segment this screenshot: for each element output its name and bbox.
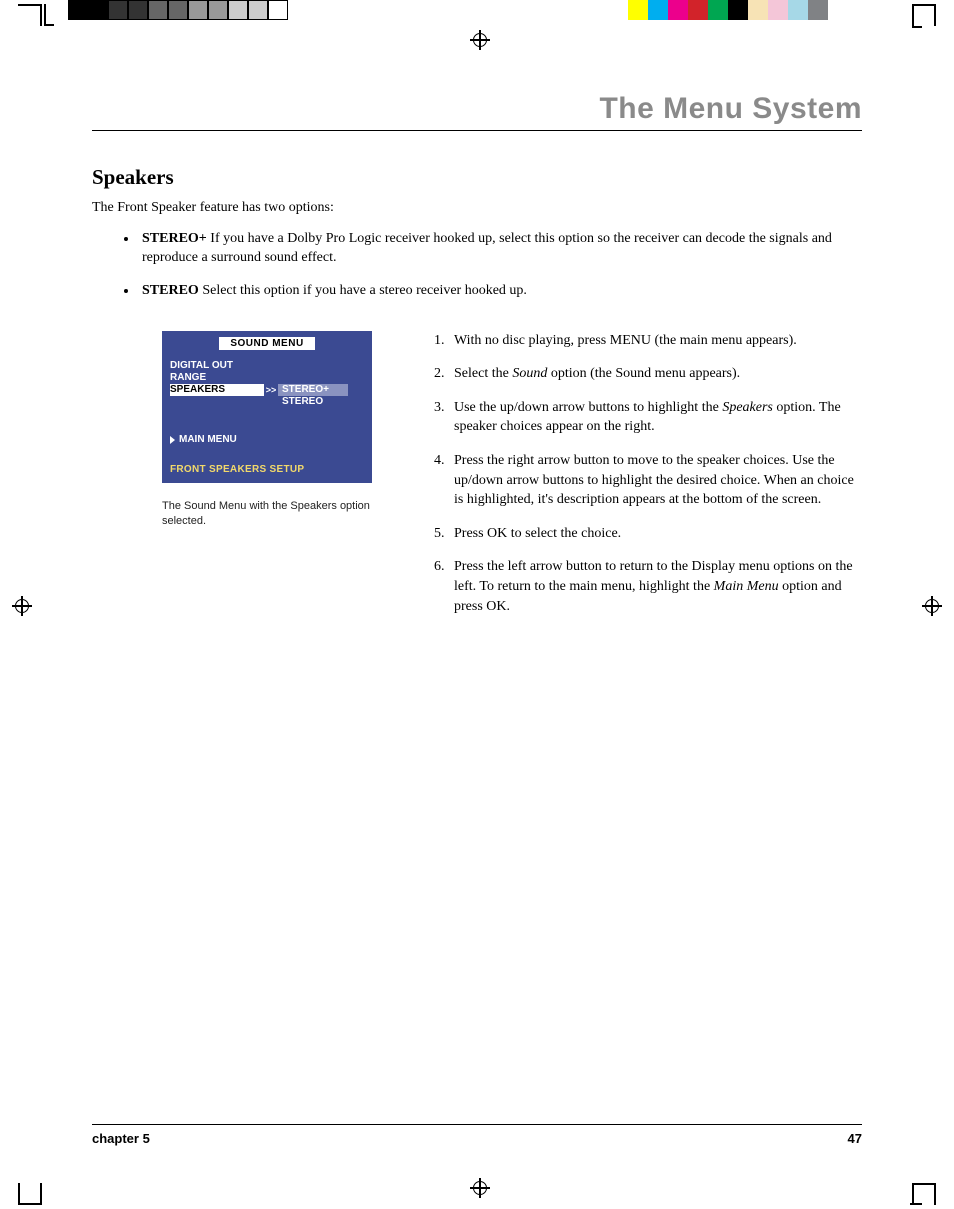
bullet-text: Select this option if you have a stereo … — [199, 283, 527, 298]
menu-option-highlight: STEREO+ — [278, 384, 348, 396]
swatch — [88, 0, 108, 20]
swatch — [168, 0, 188, 20]
page-title: The Menu System — [92, 92, 862, 130]
color-bar — [628, 0, 828, 20]
crop-mark-icon — [896, 1181, 936, 1205]
swatch — [688, 0, 708, 20]
crop-mark-icon — [44, 4, 46, 26]
swatch — [628, 0, 648, 20]
page-number: 47 — [848, 1131, 862, 1146]
bullet-lead: STEREO — [142, 283, 199, 298]
swatch — [108, 0, 128, 20]
swatch — [768, 0, 788, 20]
registration-target-icon — [922, 596, 942, 616]
crop-mark-icon — [44, 24, 54, 26]
menu-item: RANGE — [170, 372, 264, 384]
menu-item: DIGITAL OUT — [170, 360, 264, 372]
registration-target-icon — [12, 596, 32, 616]
swatch — [208, 0, 228, 20]
step: Press the left arrow button to return to… — [448, 557, 862, 616]
menu-footer: FRONT SPEAKERS SETUP — [170, 464, 364, 475]
crop-mark-icon — [896, 4, 936, 28]
swatch — [808, 0, 828, 20]
swatch — [728, 0, 748, 20]
menu-item-selected: SPEAKERS — [170, 384, 264, 396]
main-menu-link: MAIN MENU — [170, 434, 364, 446]
triangle-right-icon — [170, 436, 175, 444]
figure-caption: The Sound Menu with the Speakers option … — [162, 499, 372, 529]
bullet-lead: STEREO+ — [142, 231, 207, 246]
swatch — [648, 0, 668, 20]
swatch — [708, 0, 728, 20]
swatch — [68, 0, 88, 20]
main-menu-label: MAIN MENU — [179, 434, 237, 446]
page-footer: chapter 5 47 — [92, 1124, 862, 1146]
swatch — [788, 0, 808, 20]
section-heading: Speakers — [92, 165, 862, 190]
swatch — [148, 0, 168, 20]
footer-rule — [92, 1124, 862, 1125]
registration-target-icon — [470, 30, 490, 50]
printer-marks-top — [0, 0, 954, 28]
registration-target-icon — [470, 1178, 490, 1198]
swatch — [668, 0, 688, 20]
swatch — [248, 0, 268, 20]
menu-arrow-icon: >> — [264, 384, 278, 396]
swatch — [268, 0, 288, 20]
sound-menu-figure: SOUND MENU DIGITAL OUT RANGE SPEAKERS >>… — [162, 331, 372, 483]
step: Use the up/down arrow buttons to highlig… — [448, 398, 862, 437]
bullet-stereo-plus: STEREO+ If you have a Dolby Pro Logic re… — [138, 230, 862, 268]
bullet-text: If you have a Dolby Pro Logic receiver h… — [142, 231, 832, 265]
menu-option: STEREO — [278, 396, 348, 408]
swatch — [748, 0, 768, 20]
swatch — [128, 0, 148, 20]
step: With no disc playing, press MENU (the ma… — [448, 331, 862, 351]
grayscale-bar — [68, 0, 288, 20]
header-rule — [92, 130, 862, 131]
step: Press the right arrow button to move to … — [448, 451, 862, 510]
swatch — [188, 0, 208, 20]
menu-title: SOUND MENU — [219, 337, 315, 350]
swatch — [228, 0, 248, 20]
option-bullets: STEREO+ If you have a Dolby Pro Logic re… — [138, 230, 862, 301]
procedure-steps: With no disc playing, press MENU (the ma… — [448, 331, 862, 617]
step: Press OK to select the choice. — [448, 524, 862, 544]
crop-mark-icon — [18, 4, 52, 26]
crop-mark-icon — [18, 1181, 58, 1205]
step: Select the Sound option (the Sound menu … — [448, 364, 862, 384]
chapter-label: chapter 5 — [92, 1131, 150, 1146]
page-content: The Menu System Speakers The Front Speak… — [92, 92, 862, 630]
intro-text: The Front Speaker feature has two option… — [92, 200, 862, 216]
bullet-stereo: STEREO Select this option if you have a … — [138, 282, 862, 301]
